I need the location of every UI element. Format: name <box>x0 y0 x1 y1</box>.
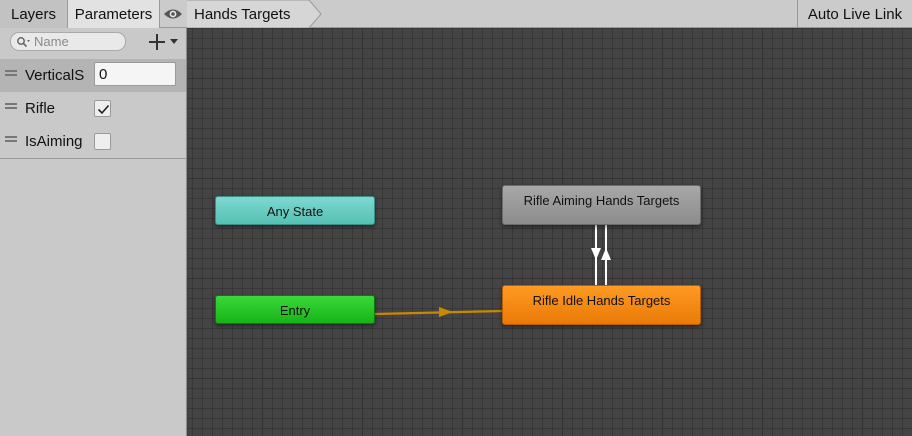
parameter-name: VerticalS <box>25 67 85 84</box>
parameter-row[interactable]: IsAiming <box>0 125 186 158</box>
breadcrumb[interactable]: Hands Targets <box>187 0 322 28</box>
drag-handle-icon[interactable] <box>5 136 17 142</box>
parameter-name: Rifle <box>25 100 56 117</box>
animator-window: Layers Parameters Hands Targets Auto Liv… <box>0 0 912 436</box>
drag-handle-icon[interactable] <box>5 70 17 76</box>
parameter-checkbox[interactable] <box>94 133 111 150</box>
entry-transition-arrow[interactable] <box>374 307 503 317</box>
state-machine-graph[interactable]: Any State Entry Rifle Aiming Hands Targe… <box>187 28 912 436</box>
plus-dropdown-icon <box>149 34 178 50</box>
parameter-checkbox[interactable] <box>94 100 111 117</box>
parameters-panel: VerticalS Rifle IsAiming <box>0 28 187 436</box>
parameter-row[interactable]: Rifle <box>0 92 186 125</box>
tab-layers[interactable]: Layers <box>0 0 68 28</box>
rifle-idle-state-node[interactable]: Rifle Idle Hands Targets <box>502 285 701 325</box>
transition-arrow-down[interactable] <box>591 225 601 285</box>
parameter-row[interactable]: VerticalS <box>0 59 186 92</box>
parameter-name: IsAiming <box>25 133 83 150</box>
parameter-list: VerticalS Rifle IsAiming <box>0 59 186 159</box>
any-state-node[interactable]: Any State <box>215 196 375 225</box>
eye-icon[interactable] <box>161 3 185 25</box>
auto-live-link-button[interactable]: Auto Live Link <box>797 0 912 28</box>
tab-parameters[interactable]: Parameters <box>68 0 160 28</box>
entry-node[interactable]: Entry <box>215 295 375 324</box>
drag-handle-icon[interactable] <box>5 103 17 109</box>
rifle-aiming-state-node[interactable]: Rifle Aiming Hands Targets <box>502 185 701 225</box>
checkmark-icon <box>97 104 110 115</box>
add-parameter-button[interactable] <box>147 31 182 53</box>
parameter-value-field[interactable] <box>94 62 176 86</box>
parameter-search[interactable] <box>10 32 126 51</box>
search-icon <box>17 37 30 48</box>
search-input[interactable] <box>34 33 122 50</box>
transition-arrow-up[interactable] <box>601 225 611 285</box>
breadcrumb-label: Hands Targets <box>194 6 291 23</box>
animator-toolbar: Layers Parameters Hands Targets Auto Liv… <box>0 0 912 28</box>
